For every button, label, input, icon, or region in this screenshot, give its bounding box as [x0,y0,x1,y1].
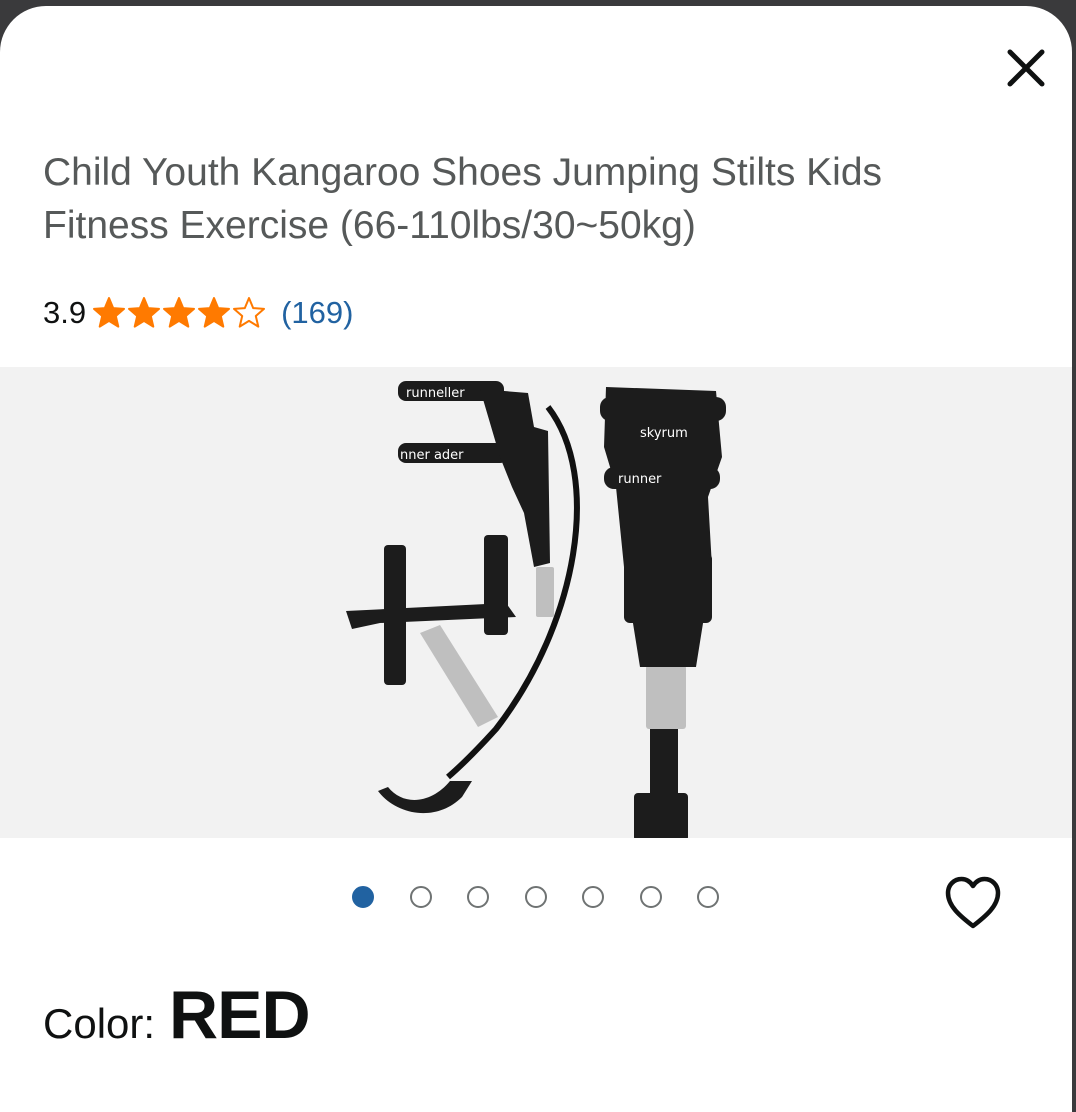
pagination-dot[interactable] [352,886,374,908]
heart-icon [945,876,1001,929]
pagination-dot[interactable] [582,886,604,908]
color-selection: Color: RED [43,976,311,1054]
product-title: Child Youth Kangaroo Shoes Jumping Stilt… [43,151,883,247]
product-image: runneller nner ader skyrum runner [346,381,726,838]
star-icon [163,297,196,328]
rating-summary[interactable]: 3.9 (169) [43,286,353,340]
product-image-carousel[interactable]: runneller nner ader skyrum runner [0,367,1072,838]
pagination-dot[interactable] [409,886,432,908]
add-to-list-button[interactable] [940,870,1006,936]
star-icon [198,297,231,328]
svg-text:nner ader: nner ader [400,448,464,463]
svg-text:runneller: runneller [406,386,465,401]
svg-text:skyrum: skyrum [640,426,688,441]
rating-value: 3.9 [43,295,87,330]
color-label: Color: [43,1000,156,1047]
svg-text:runner: runner [618,472,662,487]
image-pagination [352,886,755,908]
close-icon [1007,49,1045,87]
star-icon [93,297,126,328]
pagination-dot[interactable] [524,886,547,908]
close-button[interactable] [996,40,1056,100]
pagination-dot[interactable] [639,886,662,908]
star-icon [233,297,266,328]
star-icon [128,297,161,328]
pagination-dot[interactable] [467,886,489,908]
pagination-dot[interactable] [697,886,719,908]
star-rating [92,296,267,330]
rating-count-link[interactable]: (169) [281,295,353,331]
color-value: RED [169,977,311,1053]
product-quick-view-sheet: Child Youth Kangaroo Shoes Jumping Stilt… [0,6,1072,1112]
